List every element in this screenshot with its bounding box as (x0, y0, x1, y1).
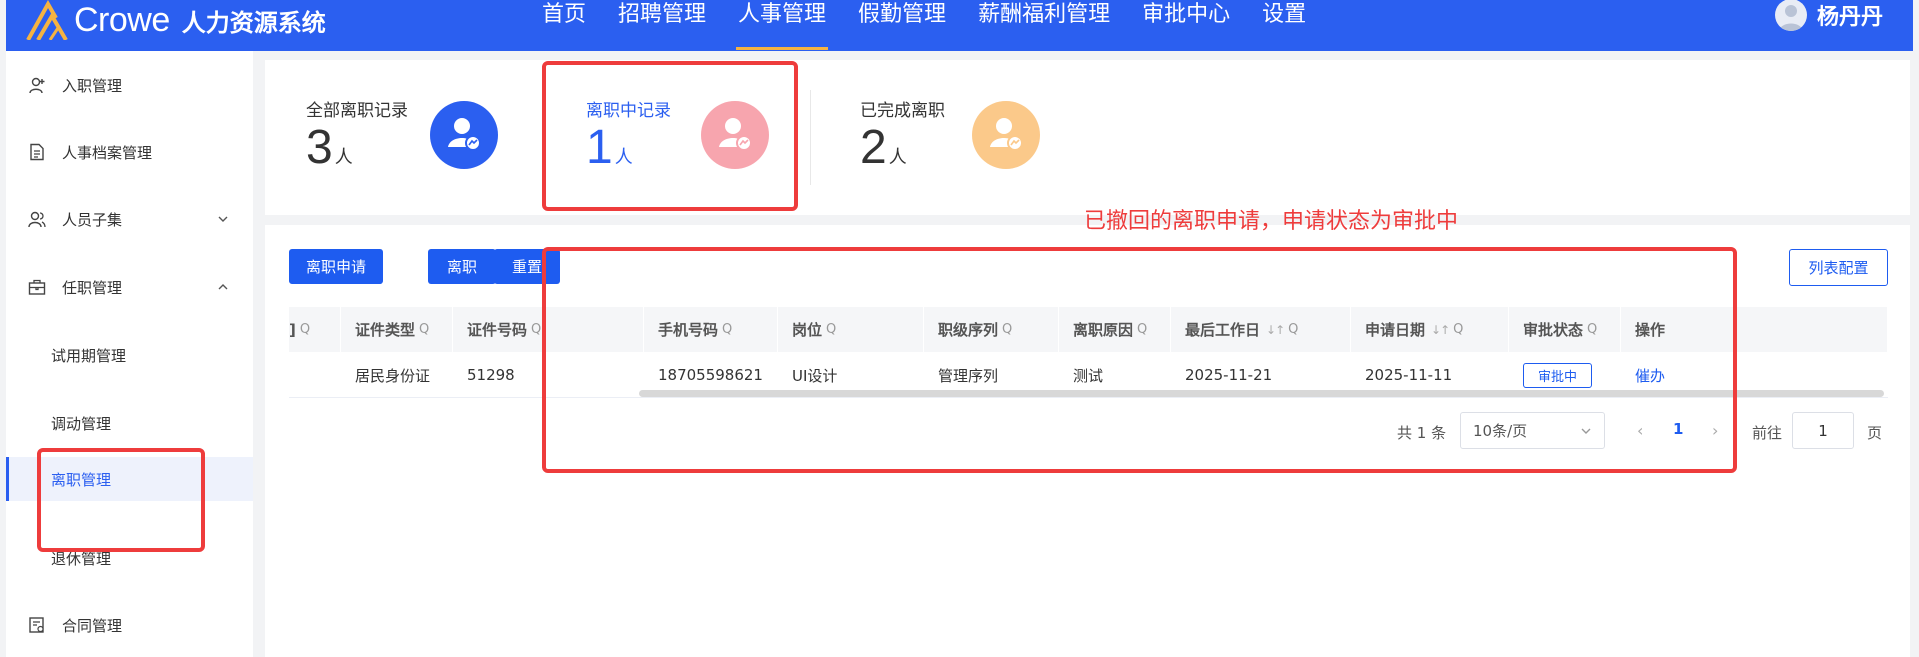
nav-attendance[interactable]: 假勤管理 (842, 0, 962, 51)
stat-label: 全部离职记录 (306, 101, 408, 121)
search-icon[interactable]: Q (300, 322, 310, 337)
stat-value: 3人 (306, 121, 353, 174)
nav-personnel[interactable]: 人事管理 (722, 0, 842, 51)
brand-logo[interactable]: Crowe 人力资源系统 (26, 0, 326, 40)
briefcase-icon (28, 279, 46, 295)
column-header-clipped[interactable]: ] Q (289, 307, 341, 352)
document-icon (30, 143, 44, 161)
annotation-box-sidebar (37, 448, 205, 552)
goto-label: 前往 (1752, 424, 1783, 442)
user-avatar-icon (1778, 5, 1803, 31)
chevron-down-icon (218, 216, 228, 222)
sidebar-subitem-transfer[interactable]: 调动管理 (6, 401, 253, 445)
main-nav: 首页 招聘管理 人事管理 假勤管理 薪酬福利管理 审批中心 设置 (526, 0, 1322, 51)
sidebar-item-label: 人员子集 (62, 210, 123, 229)
stat-all-resignations[interactable]: 全部离职记录 3人 (306, 60, 506, 215)
nav-payroll[interactable]: 薪酬福利管理 (962, 0, 1126, 51)
sidebar-subitem-probation[interactable]: 试用期管理 (6, 333, 253, 377)
brand-name: Crowe (74, 0, 170, 39)
stats-divider (810, 90, 811, 185)
system-name: 人力资源系统 (181, 8, 326, 37)
stat-label: 已完成离职 (860, 101, 945, 121)
annotation-text: 已撤回的离职申请，申请状态为审批中 (1084, 209, 1459, 234)
contract-icon (29, 617, 44, 633)
chevron-up-icon (218, 284, 228, 290)
user-add-icon (29, 77, 45, 94)
search-icon[interactable]: Q (531, 322, 541, 337)
sidebar-item-label: 任职管理 (62, 278, 123, 297)
stats-bar: 全部离职记录 3人 离职中记录 1人 已完成离职 2人 (265, 60, 1910, 215)
resignation-apply-button[interactable]: 离职申请 (289, 249, 383, 284)
sidebar-item-personnel-files[interactable]: 人事档案管理 (6, 132, 253, 172)
user-name: 杨丹丹 (1816, 5, 1883, 30)
sidebar-item-contract[interactable]: 合同管理 (6, 605, 253, 645)
stat-completed[interactable]: 已完成离职 2人 (860, 60, 1060, 215)
goto-page-input[interactable] (1792, 412, 1854, 449)
annotation-box-table (542, 247, 1737, 473)
sidebar-item-label: 入职管理 (62, 76, 123, 95)
sidebar-item-label: 人事档案管理 (62, 143, 153, 162)
column-header-id-type[interactable]: 证件类型 Q (341, 307, 453, 352)
user-record-icon (430, 101, 498, 169)
sidebar-item-onboarding[interactable]: 入职管理 (6, 65, 253, 105)
search-icon[interactable]: Q (419, 322, 429, 337)
user-record-icon (972, 101, 1040, 169)
sidebar: 入职管理 人事档案管理 人员子集 任职管理 试用期管理 调动管理 离职管理 退休… (6, 51, 253, 657)
avatar (1774, 0, 1807, 31)
top-nav-bar: Crowe 人力资源系统 首页 招聘管理 人事管理 假勤管理 薪酬福利管理 审批… (6, 0, 1913, 51)
sidebar-item-appointment[interactable]: 任职管理 (6, 267, 253, 307)
nav-approval-center[interactable]: 审批中心 (1126, 0, 1246, 51)
crowe-logo-icon (26, 0, 68, 40)
sidebar-subitem-label: 调动管理 (51, 414, 112, 433)
page-suffix-label: 页 (1867, 424, 1883, 442)
user-menu[interactable]: 杨丹丹 (1774, 0, 1883, 31)
annotation-box-stat (542, 61, 798, 211)
nav-home[interactable]: 首页 (526, 0, 602, 51)
sidebar-item-label: 合同管理 (62, 616, 123, 635)
resign-button[interactable]: 离职 (428, 249, 496, 284)
sidebar-subitem-label: 试用期管理 (51, 346, 127, 365)
nav-recruitment[interactable]: 招聘管理 (602, 0, 722, 51)
cell-id-type: 居民身份证 (355, 366, 431, 385)
list-config-button[interactable]: 列表配置 (1789, 249, 1888, 286)
sidebar-item-personnel-subset[interactable]: 人员子集 (6, 199, 253, 239)
nav-settings[interactable]: 设置 (1246, 0, 1322, 51)
stat-value: 2人 (860, 121, 907, 174)
users-icon (28, 211, 46, 228)
